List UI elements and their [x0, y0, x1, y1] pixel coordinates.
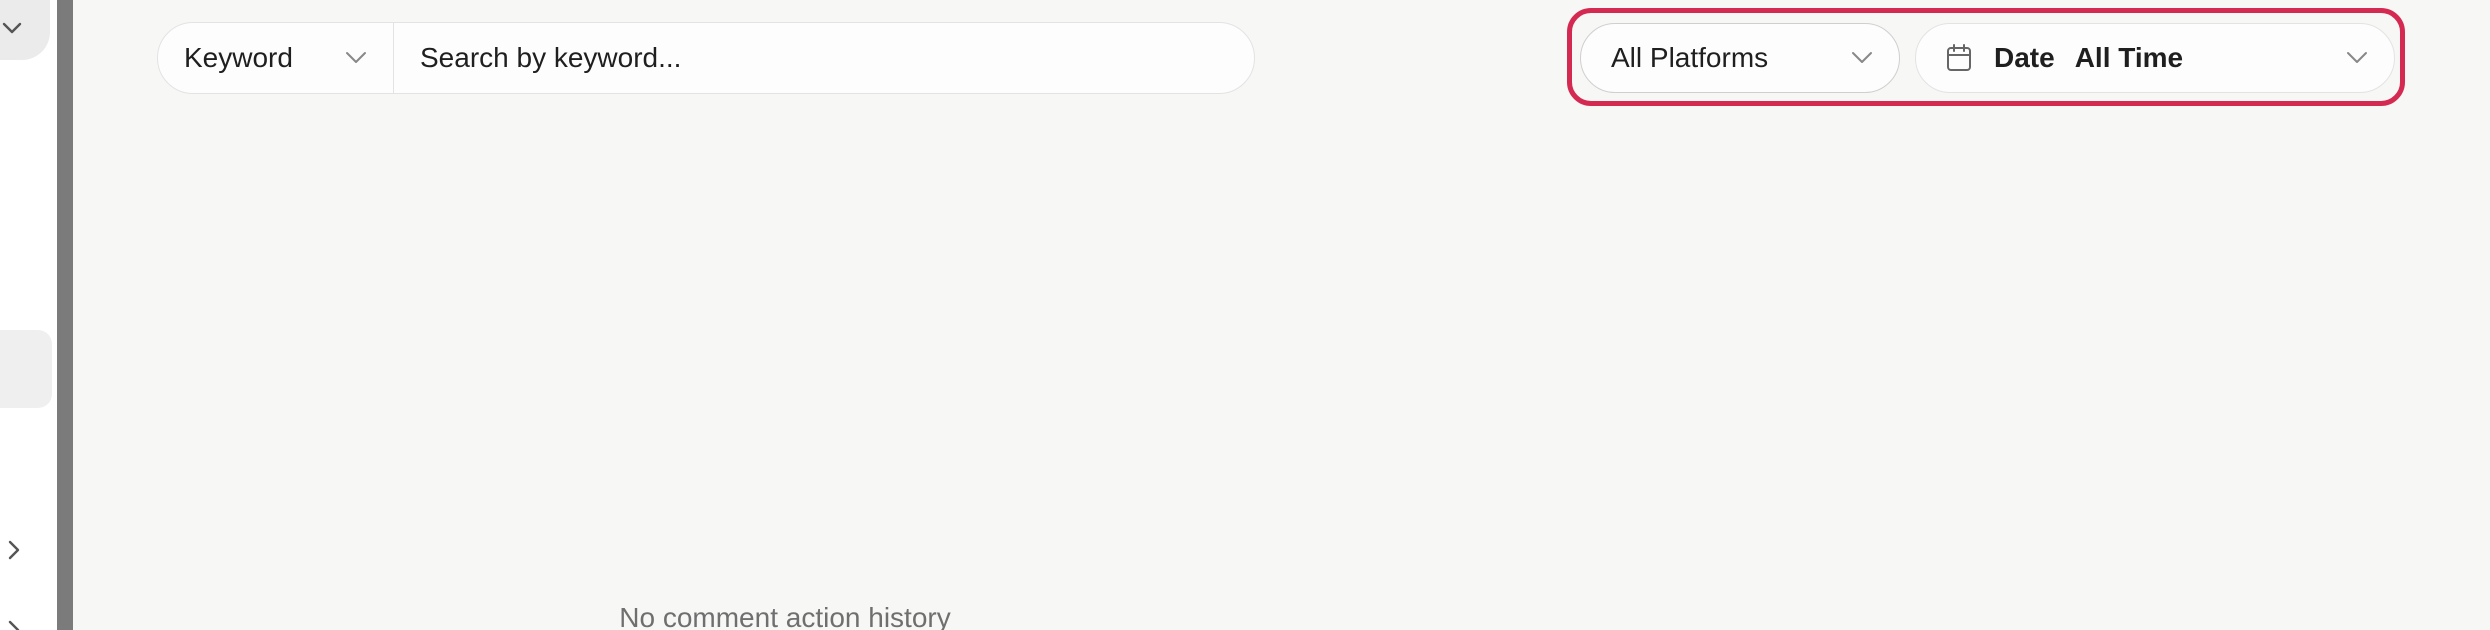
- chevron-right-icon: [8, 620, 20, 630]
- chevron-down-icon: [1852, 52, 1872, 63]
- sidebar: [0, 0, 57, 630]
- search-type-select[interactable]: Keyword: [158, 23, 394, 93]
- sidebar-expand-button[interactable]: [4, 618, 24, 630]
- sidebar-expand-button[interactable]: [4, 538, 24, 567]
- sidebar-resize-handle[interactable]: [57, 0, 73, 630]
- date-filter-label: Date: [1994, 42, 2055, 73]
- search-placeholder: Search by keyword...: [420, 42, 682, 73]
- chevron-down-icon: [2, 22, 22, 34]
- search-bar: Keyword Search by keyword...: [157, 22, 1255, 94]
- page: Keyword Search by keyword... All Platfor…: [0, 0, 2490, 630]
- sidebar-active-item[interactable]: [0, 330, 52, 408]
- chevron-down-icon: [2347, 52, 2367, 63]
- date-filter-select[interactable]: Date All Time: [1915, 23, 2395, 93]
- empty-state-text: No comment action history: [619, 602, 951, 630]
- date-filter-value: All Time: [2074, 42, 2184, 73]
- platform-select-label: All Platforms: [1611, 42, 1769, 73]
- sidebar-collapse-button[interactable]: [0, 0, 50, 60]
- search-type-label: Keyword: [184, 42, 293, 73]
- chevron-down-icon: [346, 52, 366, 63]
- platform-select[interactable]: All Platforms: [1580, 23, 1900, 93]
- search-input[interactable]: Search by keyword...: [394, 23, 1254, 93]
- calendar-icon: [1946, 44, 1972, 72]
- empty-state: No comment action history: [73, 602, 2490, 630]
- chevron-right-icon: [8, 540, 20, 560]
